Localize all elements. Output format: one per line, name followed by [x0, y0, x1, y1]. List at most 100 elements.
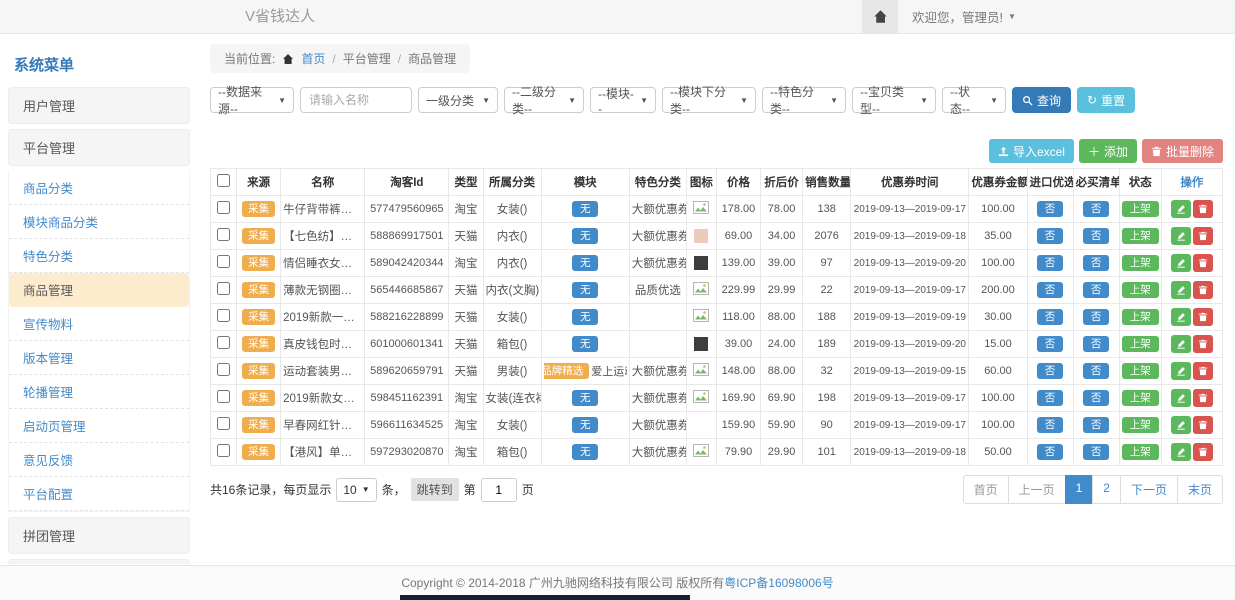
status-select[interactable]: --状态--▼	[942, 87, 1006, 113]
module-subcategory-select[interactable]: --模块下分类--▼	[662, 87, 756, 113]
edit-button[interactable]	[1171, 335, 1191, 353]
row-checkbox[interactable]	[217, 282, 230, 295]
imported-toggle[interactable]: 否	[1037, 417, 1064, 434]
imported-toggle[interactable]: 否	[1037, 309, 1064, 326]
import-excel-button[interactable]: 导入excel	[989, 139, 1074, 163]
imported-toggle[interactable]: 否	[1037, 363, 1064, 380]
sidebar-item-4[interactable]: 宣传物料	[9, 307, 189, 341]
sidebar-item-2[interactable]: 特色分类	[9, 239, 189, 273]
delete-button[interactable]	[1193, 308, 1213, 326]
breadcrumb-home-link[interactable]: 首页	[301, 50, 325, 67]
sidebar-item-6[interactable]: 轮播管理	[9, 375, 189, 409]
must-buy-toggle[interactable]: 否	[1083, 444, 1110, 461]
edit-button[interactable]	[1171, 200, 1191, 218]
batch-delete-button[interactable]: 批量删除	[1142, 139, 1223, 163]
must-buy-toggle[interactable]: 否	[1083, 390, 1110, 407]
row-checkbox[interactable]	[217, 444, 230, 457]
sidebar-item-7[interactable]: 启动页管理	[9, 409, 189, 443]
row-checkbox[interactable]	[217, 390, 230, 403]
delete-button[interactable]	[1193, 389, 1213, 407]
user-menu[interactable]: 欢迎您，管理员! ▼	[898, 0, 1030, 33]
sidebar-group-0[interactable]: 用户管理	[8, 87, 190, 124]
must-buy-toggle[interactable]: 否	[1083, 282, 1110, 299]
add-button[interactable]: ＋ 添加	[1079, 139, 1137, 163]
must-buy-toggle[interactable]: 否	[1083, 336, 1110, 353]
row-checkbox[interactable]	[217, 309, 230, 322]
delete-button[interactable]	[1193, 227, 1213, 245]
feature-category-select[interactable]: --特色分类--▼	[762, 87, 846, 113]
name-input[interactable]	[300, 87, 412, 113]
page-number-input[interactable]	[481, 478, 517, 502]
delete-button[interactable]	[1193, 200, 1213, 218]
delete-button[interactable]	[1193, 335, 1213, 353]
edit-button[interactable]	[1171, 362, 1191, 380]
sidebar-item-3[interactable]: 商品管理	[9, 273, 189, 307]
edit-button[interactable]	[1171, 389, 1191, 407]
status-badge[interactable]: 上架	[1122, 282, 1159, 299]
row-checkbox[interactable]	[217, 255, 230, 268]
status-badge[interactable]: 上架	[1122, 255, 1159, 272]
imported-toggle[interactable]: 否	[1037, 282, 1064, 299]
home-button[interactable]	[862, 0, 898, 33]
imported-toggle[interactable]: 否	[1037, 336, 1064, 353]
page-button-3[interactable]: 2	[1092, 475, 1121, 504]
delete-button[interactable]	[1193, 416, 1213, 434]
must-buy-toggle[interactable]: 否	[1083, 228, 1110, 245]
sidebar-group-3[interactable]: 省惠快报	[8, 559, 190, 564]
delete-button[interactable]	[1193, 443, 1213, 461]
status-badge[interactable]: 上架	[1122, 336, 1159, 353]
sidebar-group-1[interactable]: 平台管理	[8, 129, 190, 166]
imported-toggle[interactable]: 否	[1037, 201, 1064, 218]
must-buy-toggle[interactable]: 否	[1083, 201, 1110, 218]
sidebar-item-1[interactable]: 模块商品分类	[9, 205, 189, 239]
delete-button[interactable]	[1193, 362, 1213, 380]
row-checkbox[interactable]	[217, 417, 230, 430]
jump-button[interactable]: 跳转到	[411, 478, 459, 501]
reset-button[interactable]: ↻ 重置	[1077, 87, 1135, 113]
query-button[interactable]: 查询	[1012, 87, 1071, 113]
edit-button[interactable]	[1171, 254, 1191, 272]
level1-category-select[interactable]: 一级分类▼	[418, 87, 498, 113]
status-badge[interactable]: 上架	[1122, 309, 1159, 326]
sidebar-item-8[interactable]: 意见反馈	[9, 443, 189, 477]
row-checkbox[interactable]	[217, 201, 230, 214]
status-badge[interactable]: 上架	[1122, 363, 1159, 380]
edit-button[interactable]	[1171, 227, 1191, 245]
edit-button[interactable]	[1171, 443, 1191, 461]
status-badge[interactable]: 上架	[1122, 444, 1159, 461]
page-button-2[interactable]: 1	[1065, 475, 1094, 504]
select-all-checkbox[interactable]	[217, 174, 230, 187]
edit-button[interactable]	[1171, 308, 1191, 326]
must-buy-toggle[interactable]: 否	[1083, 309, 1110, 326]
row-checkbox[interactable]	[217, 336, 230, 349]
status-badge[interactable]: 上架	[1122, 201, 1159, 218]
level2-category-select[interactable]: --二级分类--▼	[504, 87, 584, 113]
must-buy-toggle[interactable]: 否	[1083, 363, 1110, 380]
page-button-4[interactable]: 下一页	[1120, 475, 1178, 504]
status-badge[interactable]: 上架	[1122, 228, 1159, 245]
module-select[interactable]: --模块--▼	[590, 87, 656, 113]
delete-button[interactable]	[1193, 254, 1213, 272]
sidebar-item-0[interactable]: 商品分类	[9, 171, 189, 205]
data-source-select[interactable]: --数据来源--▼	[210, 87, 294, 113]
sidebar-group-2[interactable]: 拼团管理	[8, 517, 190, 554]
item-type-select[interactable]: --宝贝类型--▼	[852, 87, 936, 113]
sidebar-item-9[interactable]: 平台配置	[9, 477, 189, 511]
page-button-1[interactable]: 上一页	[1008, 475, 1066, 504]
must-buy-toggle[interactable]: 否	[1083, 417, 1110, 434]
icp-link[interactable]: 粤ICP备16098006号	[724, 576, 833, 590]
edit-button[interactable]	[1171, 281, 1191, 299]
status-badge[interactable]: 上架	[1122, 390, 1159, 407]
imported-toggle[interactable]: 否	[1037, 444, 1064, 461]
status-badge[interactable]: 上架	[1122, 417, 1159, 434]
edit-button[interactable]	[1171, 416, 1191, 434]
page-button-0[interactable]: 首页	[963, 475, 1009, 504]
imported-toggle[interactable]: 否	[1037, 390, 1064, 407]
imported-toggle[interactable]: 否	[1037, 255, 1064, 272]
row-checkbox[interactable]	[217, 228, 230, 241]
must-buy-toggle[interactable]: 否	[1083, 255, 1110, 272]
page-button-5[interactable]: 末页	[1177, 475, 1223, 504]
row-checkbox[interactable]	[217, 363, 230, 376]
imported-toggle[interactable]: 否	[1037, 228, 1064, 245]
per-page-select[interactable]: 10 ▼	[336, 478, 376, 502]
